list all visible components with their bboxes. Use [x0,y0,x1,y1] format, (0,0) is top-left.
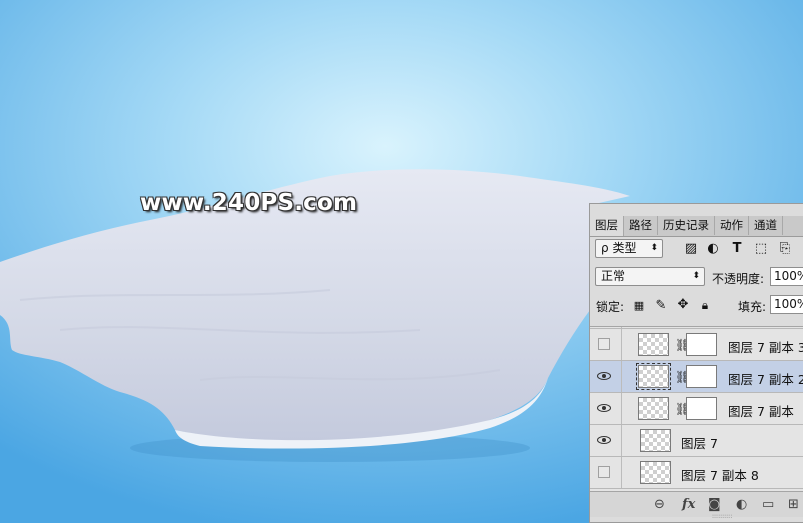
eye-icon[interactable] [597,436,611,444]
panel-bottom-toolbar: ⊖ fx ◙ ◐ ▭ ⊞ :::::::::: [590,491,803,520]
panel-tabs: 图层 路径 历史记录 动作 通道 [590,216,803,237]
layer-name[interactable]: 图层 7 副本 3 [728,337,803,356]
layer-thumbnail[interactable] [638,397,669,420]
watermark-text: www.240PS.com [140,190,358,216]
layer-name[interactable]: 图层 7 副本 [728,401,794,420]
layer-row-selected[interactable]: ⛓ 图层 7 副本 2 [590,361,803,393]
eye-icon[interactable] [597,372,611,380]
layer-thumbnail[interactable] [638,333,669,356]
lock-position-move-icon[interactable]: ✥ [676,298,690,312]
layer-row[interactable]: 图层 7 副本 8 [590,457,803,489]
visibility-toggle-off[interactable] [598,466,610,478]
tab-channels[interactable]: 通道 [749,216,783,235]
smart-object-filter-icon[interactable]: ⎘ [778,242,792,256]
tab-layers[interactable]: 图层 [590,216,624,236]
layer-mask-thumbnail[interactable] [686,365,717,388]
layer-thumbnail[interactable] [640,429,671,452]
divider [621,457,622,488]
fill-label: 填充: [738,300,767,314]
lock-transparent-icon[interactable]: ▦ [632,299,646,313]
layers-list[interactable]: ⛓ 图层 7 副本 3 ⛓ 图层 7 副本 2 ⛓ 图层 7 副本 图层 7 图… [590,326,803,491]
resize-grip[interactable]: :::::::::: [712,513,732,520]
layer-name[interactable]: 图层 7 副本 2 [728,369,803,388]
tab-paths[interactable]: 路径 [624,216,658,235]
divider [621,393,622,424]
layer-mask-thumbnail[interactable] [686,397,717,420]
new-layer-icon[interactable]: ⊞ [788,497,799,512]
layer-thumbnail[interactable] [640,461,671,484]
visibility-toggle-off[interactable] [598,338,610,350]
lock-all-icon[interactable]: 🔒︎ [698,298,712,312]
fx-icon[interactable]: fx [682,497,695,512]
layer-row[interactable]: ⛓ 图层 7 副本 [590,393,803,425]
blend-mode-select[interactable]: 正常 ⬍ [595,267,705,286]
eye-icon[interactable] [597,404,611,412]
search-icon: ρ [601,241,609,255]
layer-name[interactable]: 图层 7 [681,433,718,452]
divider [621,329,622,360]
layer-row[interactable]: ⛓ 图层 7 副本 3 [590,329,803,361]
lock-paint-brush-icon[interactable]: ✎ [654,299,668,313]
opacity-input[interactable]: 100% [770,267,803,286]
layer-thumbnail[interactable] [636,363,671,390]
layers-panel: 图层 路径 历史记录 动作 通道 ρ 类型 ⬍ ▨ ◐ T ⬚ ⎘ 正常 ⬍ 不… [589,203,803,523]
text-filter-icon[interactable]: T [730,242,744,256]
updown-arrow-icon: ⬍ [650,243,658,253]
layer-mask-thumbnail[interactable] [686,333,717,356]
folder-icon[interactable]: ▭ [762,497,774,512]
image-filter-icon[interactable]: ▨ [684,242,698,256]
layer-name[interactable]: 图层 7 副本 8 [681,465,759,484]
layer-row[interactable]: 图层 7 [590,425,803,457]
link-icon[interactable]: ⊖ [654,497,665,512]
layer-filter-select[interactable]: ρ 类型 ⬍ [595,239,663,258]
divider [621,425,622,456]
tab-history[interactable]: 历史记录 [658,216,715,235]
lock-label: 锁定: [596,300,625,314]
divider [621,327,622,328]
mask-icon[interactable]: ◙ [708,497,721,512]
blend-mode-value: 正常 [601,269,626,283]
shape-filter-icon[interactable]: ⬚ [754,242,768,256]
filter-kind-label: 类型 [612,241,637,255]
opacity-label: 不透明度: [712,272,765,286]
adjustment-icon[interactable]: ◐ [736,497,747,512]
tab-actions[interactable]: 动作 [715,216,749,235]
fill-input[interactable]: 100% [770,295,803,314]
adjustment-filter-icon[interactable]: ◐ [706,242,720,256]
updown-arrow-icon: ⬍ [692,271,700,281]
divider [621,361,622,392]
